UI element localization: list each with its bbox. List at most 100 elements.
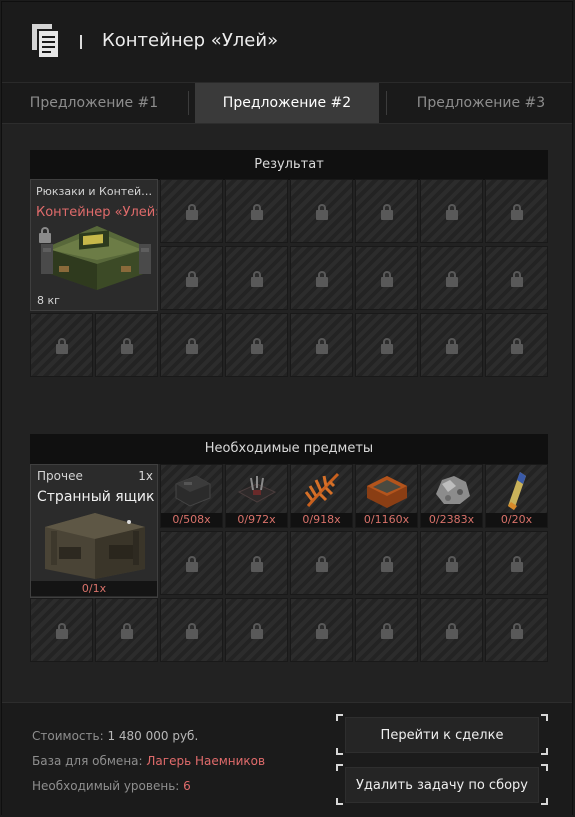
window-header: Контейнер «Улей» (2, 2, 572, 82)
locked-slot (420, 179, 483, 243)
tab-divider (188, 91, 189, 115)
required-item-count: 0/2383x (421, 513, 482, 527)
button-corner (336, 798, 343, 805)
level-value: 6 (183, 779, 191, 793)
button-corner (336, 714, 343, 721)
required-item-count: 0/20x (486, 513, 547, 527)
lock-icon (251, 623, 263, 639)
locked-slot (160, 246, 223, 310)
cost-label: Стоимость: (32, 729, 104, 743)
locked-slot (290, 313, 353, 377)
level-label: Необходимый уровень: (32, 779, 180, 793)
locked-slot (355, 179, 418, 243)
tab-offer-2[interactable]: Предложение #2 (195, 83, 379, 123)
lock-icon (186, 556, 198, 572)
locked-slot (225, 313, 288, 377)
lock-icon (121, 338, 133, 354)
locked-slot (290, 246, 353, 310)
locked-slot (485, 598, 548, 662)
required-main-name: Странный ящик (37, 489, 155, 505)
lock-icon (56, 338, 68, 354)
orange-fern-icon (291, 467, 352, 513)
lock-icon (511, 556, 523, 572)
lock-icon (511, 338, 523, 354)
locked-slot (420, 531, 483, 595)
lock-icon (251, 204, 263, 220)
tab-offer-1[interactable]: Предложение #1 (2, 83, 186, 123)
orange-case-icon (356, 467, 417, 513)
lock-icon (446, 556, 458, 572)
locked-slot (355, 598, 418, 662)
locked-slot (160, 179, 223, 243)
locked-slot (355, 313, 418, 377)
required-main-count: 0/1x (31, 581, 157, 596)
lock-icon (316, 556, 328, 572)
lock-icon (381, 204, 393, 220)
required-main-qty: 1x (138, 469, 153, 483)
locked-slot (485, 313, 548, 377)
button-corner (541, 764, 548, 771)
locked-slot (30, 313, 93, 377)
result-section-title: Результат (30, 150, 548, 180)
lock-icon (186, 338, 198, 354)
required-main-category: Прочее (37, 469, 83, 483)
locked-slot (225, 531, 288, 595)
level-row: Необходимый уровень: 6 (32, 779, 191, 793)
delete-task-button[interactable]: Удалить задачу по сбору (345, 767, 539, 803)
lock-icon (251, 271, 263, 287)
lock-icon (381, 271, 393, 287)
hive-container-icon (41, 226, 151, 290)
ammo-box-icon (161, 467, 222, 513)
lock-icon (381, 338, 393, 354)
required-item-slot[interactable]: 0/508x (160, 464, 223, 528)
locked-slot (420, 598, 483, 662)
locked-slot (420, 246, 483, 310)
go-to-deal-button[interactable]: Перейти к сделке (345, 717, 539, 753)
strange-box-icon (45, 513, 145, 579)
tab-divider (386, 91, 387, 115)
locked-slot (95, 313, 158, 377)
required-item-slot[interactable]: 0/972x (225, 464, 288, 528)
base-value: Лагерь Наемников (146, 754, 266, 768)
craft-window: Контейнер «Улей» Предложение #1 Предложе… (1, 1, 574, 817)
lock-icon (56, 623, 68, 639)
required-item-count: 0/1160x (356, 513, 417, 527)
lock-icon (381, 623, 393, 639)
locked-slot (355, 246, 418, 310)
lock-icon (511, 623, 523, 639)
locked-slot (225, 598, 288, 662)
result-item-card[interactable]: Рюкзаки и Контейне... Контейнер «Улей» 8… (30, 179, 158, 311)
base-row: База для обмена: Лагерь Наемников (32, 754, 265, 768)
lock-icon (446, 623, 458, 639)
fuel-vial-icon (486, 467, 547, 513)
base-label: База для обмена: (32, 754, 143, 768)
required-item-slot[interactable]: 0/918x (290, 464, 353, 528)
locked-slot (30, 598, 93, 662)
lock-icon (186, 623, 198, 639)
lock-icon (316, 271, 328, 287)
required-item-slot[interactable]: 0/2383x (420, 464, 483, 528)
lock-icon (381, 556, 393, 572)
required-item-count: 0/508x (161, 513, 222, 527)
required-main-item-card[interactable]: Прочее 1x Странный ящик 0/1x (30, 464, 158, 598)
locked-slot (485, 531, 548, 595)
cost-row: Стоимость: 1 480 000 руб. (32, 729, 198, 743)
tab-offer-3[interactable]: Предложение #3 (388, 83, 574, 123)
required-item-count: 0/972x (226, 513, 287, 527)
lock-icon (316, 204, 328, 220)
locked-slot (355, 531, 418, 595)
locked-slot (290, 531, 353, 595)
required-item-slot[interactable]: 0/20x (485, 464, 548, 528)
lock-icon (251, 338, 263, 354)
result-item-category: Рюкзаки и Контейне... (36, 185, 154, 198)
lock-icon (316, 338, 328, 354)
required-item-slot[interactable]: 0/1160x (355, 464, 418, 528)
footer-panel: Стоимость: 1 480 000 руб. База для обмен… (2, 702, 572, 817)
button-corner (541, 748, 548, 755)
lock-icon (186, 204, 198, 220)
circuit-board-icon (226, 467, 287, 513)
locked-slot (225, 179, 288, 243)
locked-slot (290, 598, 353, 662)
locked-slot (160, 313, 223, 377)
cost-value: 1 480 000 руб. (107, 729, 199, 743)
